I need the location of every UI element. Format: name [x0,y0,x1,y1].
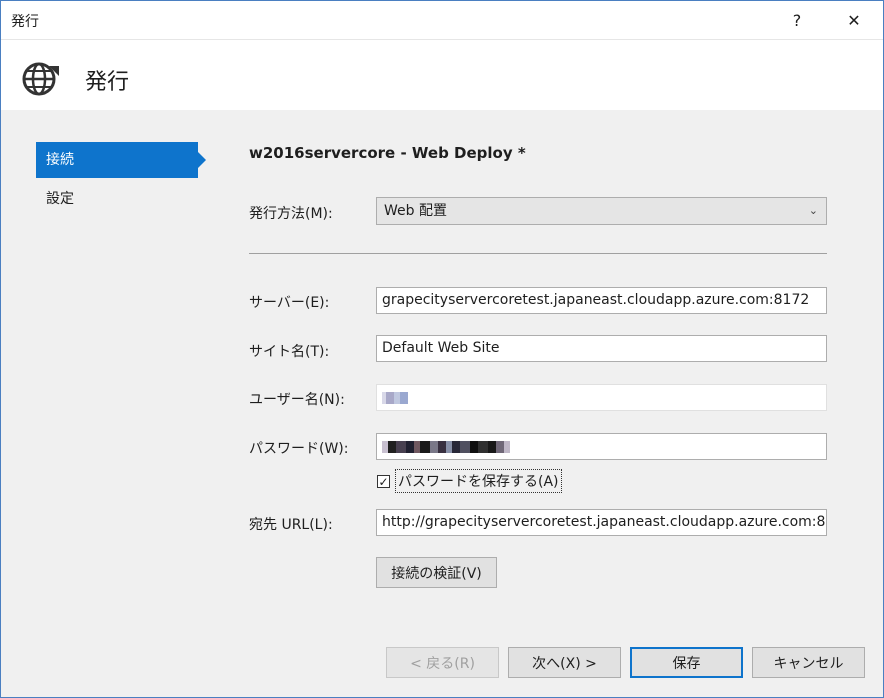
sidebar-item-label: 接続 [46,152,74,168]
close-button[interactable]: ✕ [831,1,877,39]
publish-dialog: 発行 ? ✕ 発行 接続 設定 w2016servercore - Web De… [0,0,884,698]
destination-url-label: 宛先 URL(L): [249,517,333,533]
validate-connection-button[interactable]: 接続の検証(V) [376,557,497,588]
help-button[interactable]: ? [774,1,820,39]
publish-method-label: 発行方法(M): [249,206,333,222]
save-password-checkbox[interactable]: ✓ [377,474,390,488]
header-title: 発行 [85,70,130,95]
globe-publish-icon [22,62,59,96]
username-label: ユーザー名(N): [249,392,345,408]
site-name-label: サイト名(T): [249,344,330,360]
save-button[interactable]: 保存 [630,647,743,678]
destination-url-input[interactable]: http://grapecityservercoretest.japaneast… [376,509,827,536]
profile-title: w2016servercore - Web Deploy * [249,144,526,162]
chevron-down-icon: ⌄ [808,204,818,217]
server-label: サーバー(E): [249,295,330,311]
divider [249,253,827,254]
save-password-label[interactable]: パスワードを保存する(A) [395,469,562,493]
username-input[interactable] [376,384,827,411]
site-name-input[interactable]: Default Web Site [376,335,827,362]
header-banner: 発行 [1,39,883,110]
back-button[interactable]: < 戻る(R) [386,647,499,678]
password-masked [382,434,821,459]
publish-method-select[interactable]: Web 配置 ⌄ [376,197,827,225]
password-input[interactable] [376,433,827,460]
next-button[interactable]: 次へ(X) > [508,647,621,678]
server-input[interactable]: grapecityservercoretest.japaneast.clouda… [376,287,827,314]
title-bar: 発行 ? ✕ [1,1,883,39]
window-title: 発行 [11,14,39,30]
password-label: パスワード(W): [249,441,349,457]
sidebar-item-connection[interactable]: 接続 [36,142,206,178]
sidebar-item-settings[interactable]: 設定 [36,181,198,217]
publish-method-value: Web 配置 [384,203,447,219]
username-masked [382,385,821,410]
save-password-row[interactable]: ✓ パスワードを保存する(A) [377,469,562,493]
cancel-button[interactable]: キャンセル [752,647,865,678]
sidebar-item-label: 設定 [46,191,74,207]
